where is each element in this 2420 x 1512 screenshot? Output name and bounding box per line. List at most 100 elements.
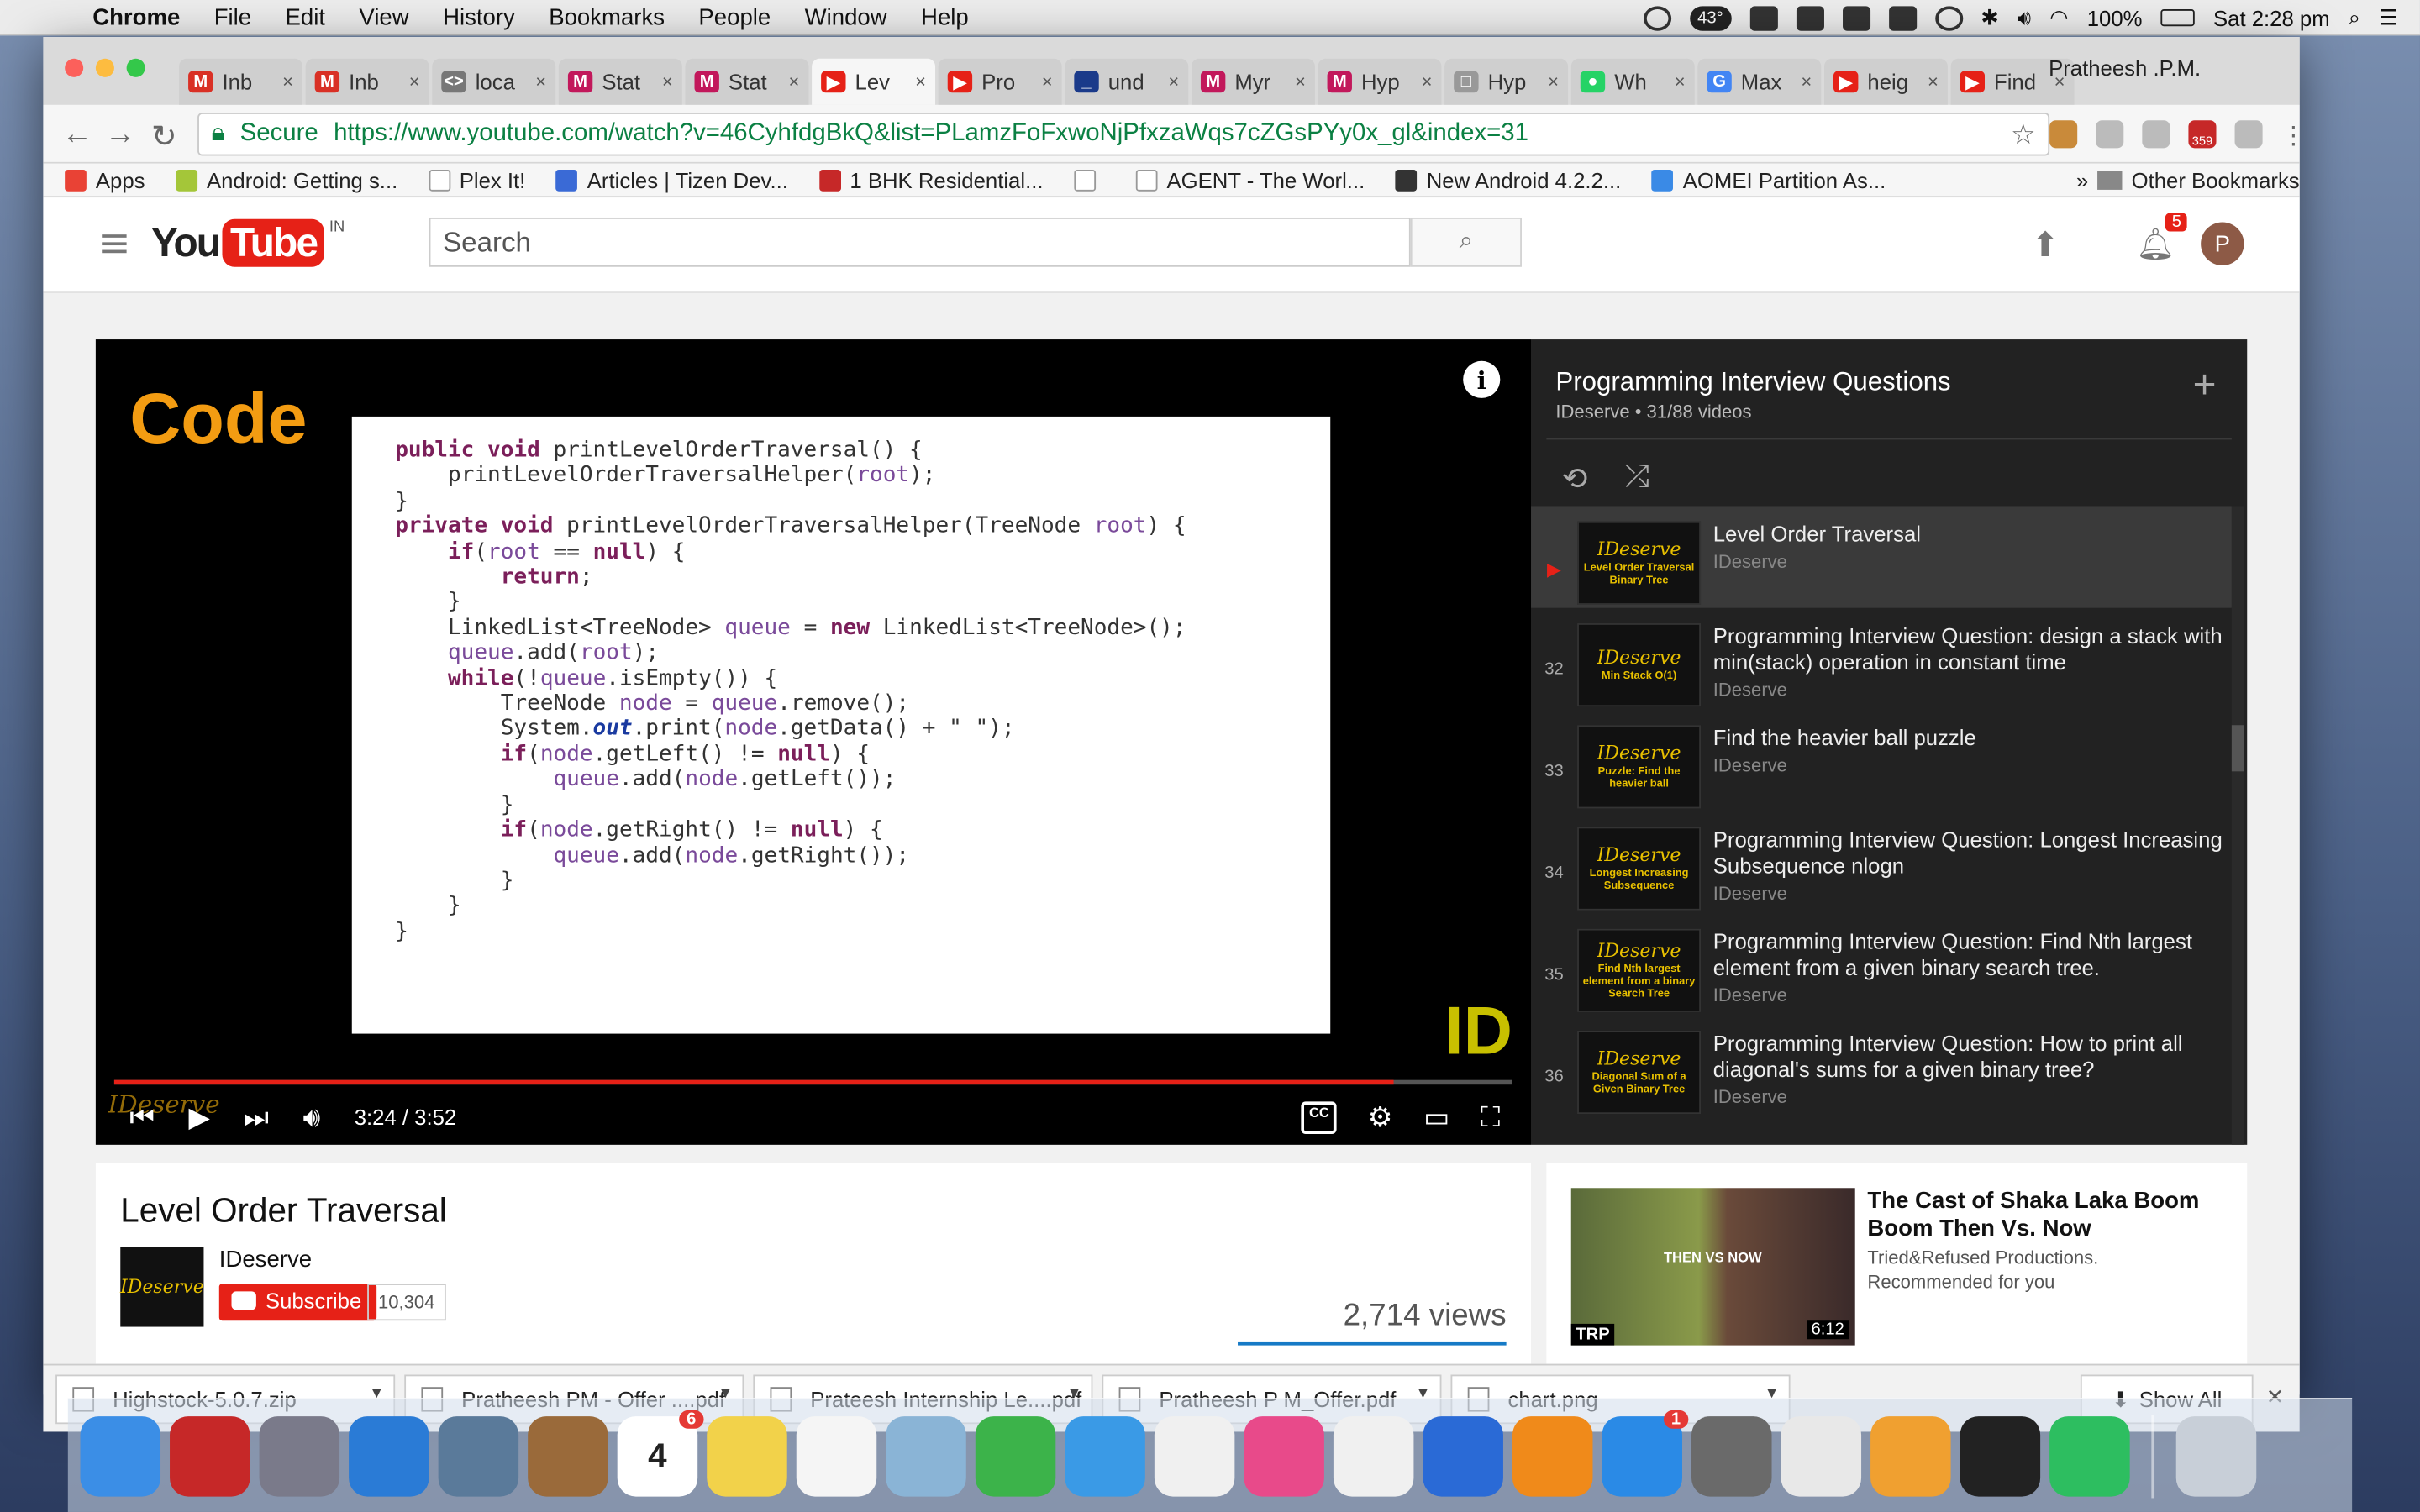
close-tab-icon[interactable]: × xyxy=(535,71,546,92)
add-to-playlist-icon[interactable]: + xyxy=(2193,361,2217,409)
close-tab-icon[interactable]: × xyxy=(1548,71,1559,92)
facetime-icon[interactable] xyxy=(975,1415,1056,1496)
theater-mode-icon[interactable]: ▭ xyxy=(1423,1101,1449,1134)
minimize-window-button[interactable] xyxy=(95,58,114,77)
appstore-icon[interactable]: 1 xyxy=(1602,1409,1689,1496)
skype-extension-icon[interactable] xyxy=(2234,120,2263,149)
menu-bookmarks[interactable]: Bookmarks xyxy=(549,4,665,30)
menu-file[interactable]: File xyxy=(214,4,251,30)
evernote-menu-icon[interactable] xyxy=(1749,5,1777,30)
close-tab-icon[interactable]: × xyxy=(282,71,293,92)
safari-icon[interactable] xyxy=(349,1415,429,1496)
play-icon[interactable]: ▶ xyxy=(188,1100,209,1133)
menu-help[interactable]: Help xyxy=(921,4,969,30)
bookmark-apps[interactable]: Apps xyxy=(65,167,145,192)
browser-tab[interactable]: ● Wh × xyxy=(1570,58,1695,105)
shield-icon[interactable] xyxy=(170,1415,250,1496)
browser-tab[interactable]: ▶ Pro × xyxy=(938,58,1062,105)
video-player[interactable]: Code public void printLevelOrderTraversa… xyxy=(95,339,1532,1145)
hamburger-menu-icon[interactable] xyxy=(102,234,127,258)
back-arrow-icon[interactable]: ← xyxy=(61,118,92,153)
recommended-title[interactable]: The Cast of Shaka Laka Boom Boom Then Vs… xyxy=(1867,1188,2222,1243)
ibooks-icon[interactable] xyxy=(1512,1415,1593,1496)
temperature-badge[interactable]: 43° xyxy=(1689,5,1731,30)
close-tab-icon[interactable]: × xyxy=(409,71,420,92)
eagle-icon[interactable] xyxy=(438,1415,519,1496)
terminal-icon[interactable] xyxy=(1960,1415,2041,1496)
recommended-video[interactable]: THEN VS NOW TRP 6:12 The Cast of Shaka L… xyxy=(1546,1163,2248,1364)
bookmark-android[interactable]: Android: Getting s... xyxy=(176,167,397,192)
next-icon[interactable]: ⏭ xyxy=(244,1100,269,1133)
upload-icon[interactable]: ⬆ xyxy=(2031,225,2060,265)
numbers-icon[interactable] xyxy=(1333,1415,1414,1496)
browser-tab[interactable]: M Inb × xyxy=(305,58,429,105)
avatar[interactable]: P xyxy=(2201,222,2244,265)
shuffle-icon[interactable]: ⤮ xyxy=(1625,459,1649,498)
playlist-thumbnail[interactable]: IDeserve Find Nth largest element from a … xyxy=(1577,928,1702,1012)
maps-icon[interactable] xyxy=(886,1415,966,1496)
playlist-item[interactable]: 33 IDeserve Puzzle: Find the heavier ball F… xyxy=(1531,710,2232,811)
channel-name[interactable]: IDeserve xyxy=(219,1247,312,1273)
menu-history[interactable]: History xyxy=(443,4,515,30)
browser-tab[interactable]: ▶ heig × xyxy=(1823,58,1948,105)
close-window-button[interactable] xyxy=(65,58,84,77)
search-input[interactable]: Search xyxy=(429,217,1411,267)
url-text[interactable]: https://www.youtube.com/watch?v=46Cyhfdg… xyxy=(334,120,1528,148)
close-tab-icon[interactable]: × xyxy=(1928,71,1939,92)
youtube-logo[interactable]: You Tube IN xyxy=(151,218,345,267)
browser-tab[interactable]: _ und × xyxy=(1065,58,1189,105)
playlist-thumbnail[interactable]: IDeserve Diagonal Sum of a Given Binary T… xyxy=(1577,1030,1702,1115)
finder-icon[interactable] xyxy=(80,1415,161,1496)
recommended-thumbnail[interactable]: THEN VS NOW TRP 6:12 xyxy=(1570,1188,1855,1346)
fullscreen-icon[interactable]: ⛶ xyxy=(1481,1101,1500,1134)
ghost-extension-icon[interactable] xyxy=(2096,120,2124,149)
pages-icon[interactable] xyxy=(1870,1415,1951,1496)
playlist-thumbnail[interactable]: IDeserve Longest Increasing Subsequence xyxy=(1577,827,1702,911)
close-tab-icon[interactable]: × xyxy=(1168,71,1179,92)
close-tab-icon[interactable]: × xyxy=(1675,71,1686,92)
playlist-item[interactable]: 36 IDeserve Diagonal Sum of a Given Binary… xyxy=(1531,1016,2232,1117)
info-icon[interactable]: i xyxy=(1463,360,1501,398)
status-icon[interactable] xyxy=(1643,5,1671,30)
contacts-icon[interactable] xyxy=(528,1415,608,1496)
bookmark-star-icon[interactable]: ☆ xyxy=(2011,118,2036,151)
browser-tab[interactable]: M Hyp × xyxy=(1318,58,1442,105)
photos-icon[interactable] xyxy=(1154,1415,1235,1496)
scrollbar-thumb[interactable] xyxy=(2231,725,2244,772)
close-tab-icon[interactable]: × xyxy=(1801,71,1812,92)
bluetooth-icon[interactable]: ✱ xyxy=(1981,5,1999,31)
notes-icon[interactable] xyxy=(707,1415,787,1496)
trash-icon[interactable] xyxy=(2175,1415,2257,1496)
bookmark-android422[interactable]: New Android 4.2.2... xyxy=(1395,167,1621,192)
wifi-icon[interactable]: ◠ xyxy=(2049,5,2068,31)
launchpad-icon[interactable] xyxy=(259,1415,340,1496)
playlist-thumbnail[interactable]: IDeserve Level Order Traversal Binary Tre… xyxy=(1577,521,1702,605)
chrome-menu-icon[interactable]: ⋮ xyxy=(2281,120,2306,151)
counter-extension-icon[interactable]: 359 xyxy=(2188,120,2217,149)
bookmark-tizen[interactable]: Articles | Tizen Dev... xyxy=(556,167,788,192)
battery-percent[interactable]: 100% xyxy=(2087,5,2143,29)
profile-name[interactable]: Pratheesh .P.M. xyxy=(2049,55,2201,80)
browser-tab[interactable]: □ Hyp × xyxy=(1444,58,1569,105)
volume-icon[interactable]: 🔊︎ xyxy=(2018,5,2031,31)
menu-app-name[interactable]: Chrome xyxy=(92,4,180,30)
subscribe-button[interactable]: Subscribe xyxy=(218,1284,377,1321)
notifications-bell-icon[interactable]: 🔔︎ 5 xyxy=(2136,213,2188,264)
bookmark-residential[interactable]: 1 BHK Residential... xyxy=(818,167,1044,192)
search-button[interactable]: ⌕ xyxy=(1410,217,1522,267)
maximize-window-button[interactable] xyxy=(126,58,145,77)
itunes-icon[interactable] xyxy=(1244,1415,1324,1496)
previous-icon[interactable]: ⏮ xyxy=(129,1100,155,1133)
browser-tab[interactable]: M Stat × xyxy=(558,58,682,105)
address-bar[interactable]: 🔒︎ Secure https://www.youtube.com/watch?… xyxy=(197,113,2050,156)
menu-view[interactable]: View xyxy=(359,4,408,30)
forward-arrow-icon[interactable]: → xyxy=(105,118,136,153)
close-tab-icon[interactable]: × xyxy=(1295,71,1306,92)
menu-window[interactable]: Window xyxy=(805,4,887,30)
close-tab-icon[interactable]: × xyxy=(789,71,800,92)
menu-people[interactable]: People xyxy=(698,4,771,30)
evernote-icon[interactable] xyxy=(2049,1415,2130,1496)
clock[interactable]: Sat 2:28 pm xyxy=(2213,5,2330,29)
menu-edit[interactable]: Edit xyxy=(286,4,325,30)
captions-icon[interactable]: CC xyxy=(1301,1101,1338,1134)
